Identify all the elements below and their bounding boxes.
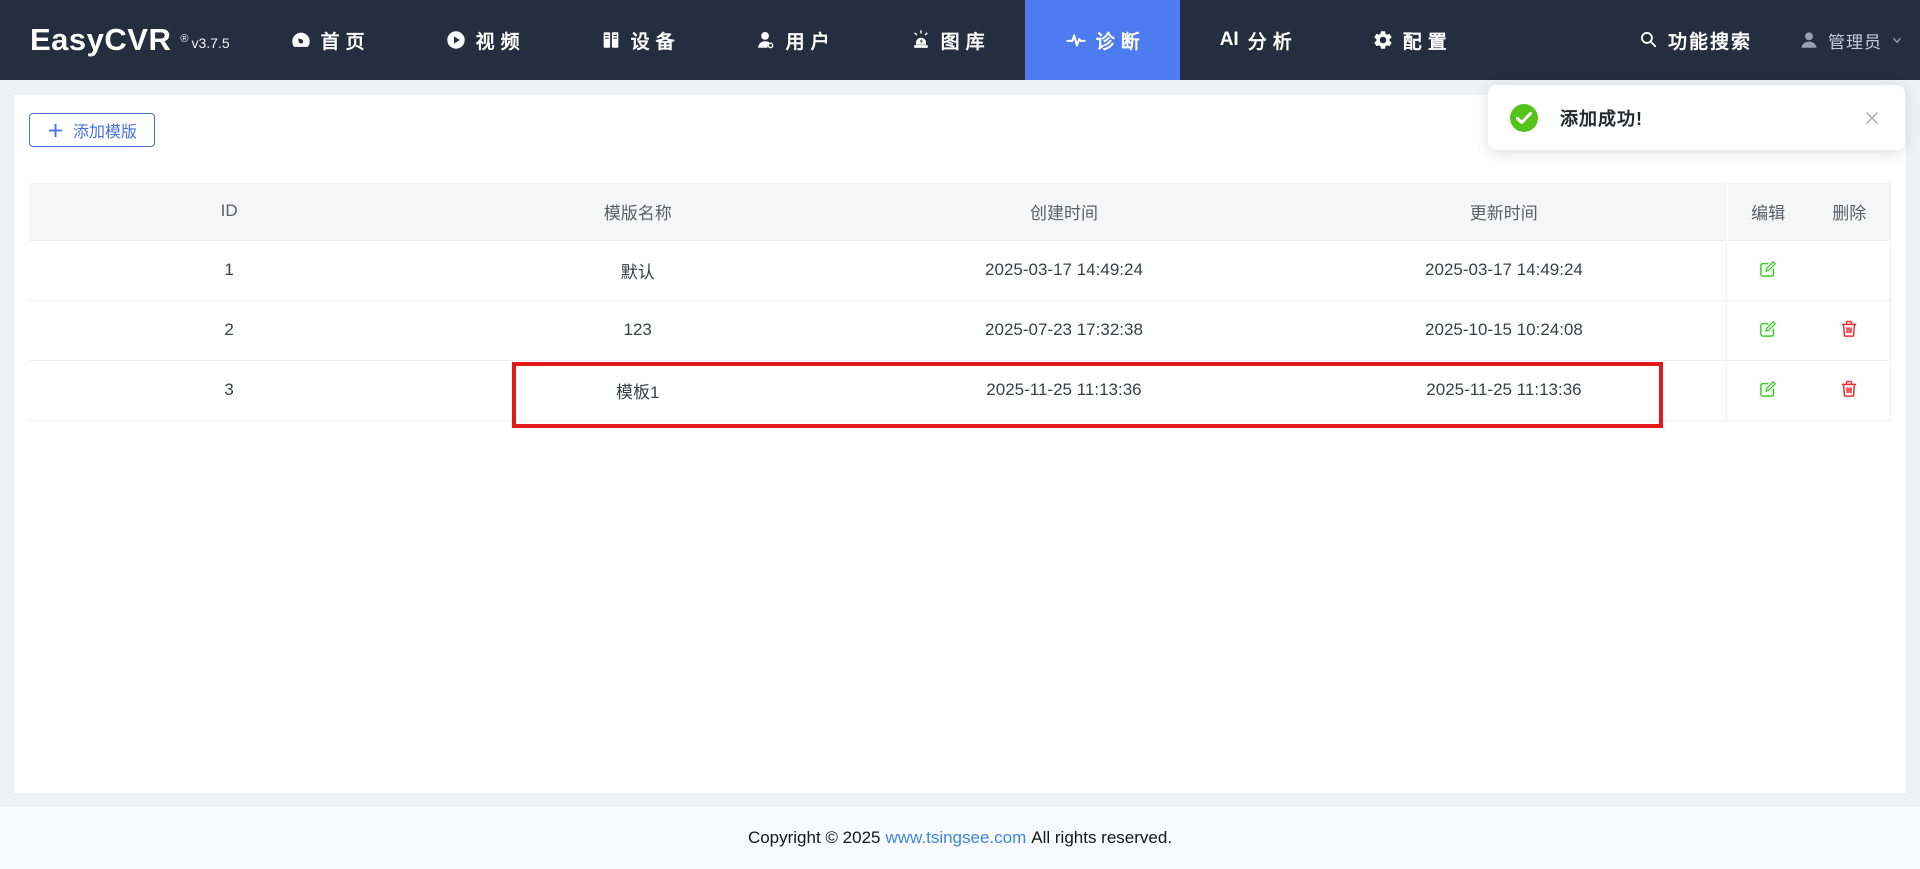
cell-id: 3 xyxy=(29,360,430,421)
header-updated-time: 更新时间 xyxy=(1281,183,1727,241)
cell-updated: 2025-03-17 14:49:24 xyxy=(1281,240,1727,301)
version-text: v3.7.5 xyxy=(191,35,230,51)
nav-right: 功能搜索 管理员 xyxy=(1639,0,1920,80)
main-content: 添加模版 ID 模版名称 创建时间 更新时间 编辑 删除 1 默认 2025-0… xyxy=(0,80,1920,807)
cell-id: 2 xyxy=(29,300,430,361)
close-icon[interactable] xyxy=(1861,107,1883,129)
header-id: ID xyxy=(29,183,430,241)
edit-button[interactable] xyxy=(1756,377,1780,401)
registered-mark: ® xyxy=(180,33,189,45)
cell-name: 模板1 xyxy=(429,360,847,421)
nav-item-video[interactable]: 视频 xyxy=(405,0,560,80)
device-icon xyxy=(600,29,622,51)
template-table: ID 模版名称 创建时间 更新时间 编辑 删除 1 默认 2025-03-17 … xyxy=(29,183,1891,421)
app-version: ® v3.7.5 xyxy=(180,33,230,51)
table-row-highlighted: 3 模板1 2025-11-25 11:13:36 2025-11-25 11:… xyxy=(29,360,1891,421)
header-delete: 删除 xyxy=(1808,183,1891,241)
table-row: 1 默认 2025-03-17 14:49:24 2025-03-17 14:4… xyxy=(29,240,1891,301)
pulse-icon xyxy=(1065,29,1087,51)
cell-name: 默认 xyxy=(429,240,847,301)
play-circle-icon xyxy=(445,29,467,51)
app-title: EasyCVR xyxy=(30,22,172,57)
success-toast: 添加成功! xyxy=(1488,85,1905,150)
cell-created: 2025-07-23 17:32:38 xyxy=(846,300,1282,361)
edit-button[interactable] xyxy=(1756,257,1780,281)
add-template-button[interactable]: 添加模版 xyxy=(29,113,156,147)
chevron-down-icon xyxy=(1890,33,1904,47)
tsingsee-link[interactable]: www.tsingsee.com xyxy=(885,828,1026,848)
plus-icon xyxy=(47,122,64,139)
delete-button[interactable] xyxy=(1837,377,1861,401)
nav-menu: 首页 视频 设备 用户 图库 诊断 AI 分析 配置 xyxy=(250,0,1487,80)
user-name: 管理员 xyxy=(1828,32,1882,52)
nav-item-ai-analysis[interactable]: AI 分析 xyxy=(1180,0,1332,80)
header-created-time: 创建时间 xyxy=(846,183,1282,241)
cell-name: 123 xyxy=(429,300,847,361)
edit-button[interactable] xyxy=(1756,317,1780,341)
success-check-icon xyxy=(1510,103,1538,132)
gear-icon xyxy=(1372,29,1394,51)
dashboard-icon xyxy=(290,29,312,51)
cell-created: 2025-11-25 11:13:36 xyxy=(846,360,1282,421)
table-header-row: ID 模版名称 创建时间 更新时间 编辑 删除 xyxy=(29,183,1891,241)
user-icon xyxy=(755,29,777,51)
cell-updated: 2025-10-15 10:24:08 xyxy=(1281,300,1727,361)
cell-updated: 2025-11-25 11:13:36 xyxy=(1281,360,1727,421)
footer: Copyright © 2025 www.tsingsee.com All ri… xyxy=(0,807,1920,869)
rights-text: All rights reserved. xyxy=(1031,828,1173,847)
nav-item-home[interactable]: 首页 xyxy=(250,0,405,80)
alarm-beacon-icon xyxy=(910,29,932,51)
nav-item-device[interactable]: 设备 xyxy=(560,0,715,80)
copyright-text: Copyright © 2025 xyxy=(747,828,881,847)
table-row: 2 123 2025-07-23 17:32:38 2025-10-15 10:… xyxy=(29,300,1891,361)
content-card: 添加模版 ID 模版名称 创建时间 更新时间 编辑 删除 1 默认 2025-0… xyxy=(14,95,1906,793)
cell-created: 2025-03-17 14:49:24 xyxy=(846,240,1282,301)
header-edit: 编辑 xyxy=(1725,183,1809,241)
nav-item-gallery[interactable]: 图库 xyxy=(870,0,1025,80)
page: EasyCVR ® v3.7.5 首页 视频 设备 用户 图库 诊断 AI 分析… xyxy=(0,0,1920,869)
feature-search[interactable]: 功能搜索 xyxy=(1639,27,1752,54)
nav-item-user[interactable]: 用户 xyxy=(715,0,870,80)
header-template-name: 模版名称 xyxy=(429,183,847,241)
app-logo[interactable]: EasyCVR ® v3.7.5 xyxy=(0,0,230,80)
search-icon xyxy=(1639,30,1659,50)
nav-item-config[interactable]: 配置 xyxy=(1332,0,1487,80)
admin-avatar-icon xyxy=(1798,29,1820,51)
delete-button[interactable] xyxy=(1837,317,1861,341)
top-nav: EasyCVR ® v3.7.5 首页 视频 设备 用户 图库 诊断 AI 分析… xyxy=(0,0,1920,80)
toast-message: 添加成功! xyxy=(1560,108,1643,129)
ai-text-icon: AI xyxy=(1219,29,1239,50)
cell-id: 1 xyxy=(29,240,430,301)
nav-item-diagnosis[interactable]: 诊断 xyxy=(1024,0,1180,80)
user-menu[interactable]: 管理员 xyxy=(1798,28,1904,53)
